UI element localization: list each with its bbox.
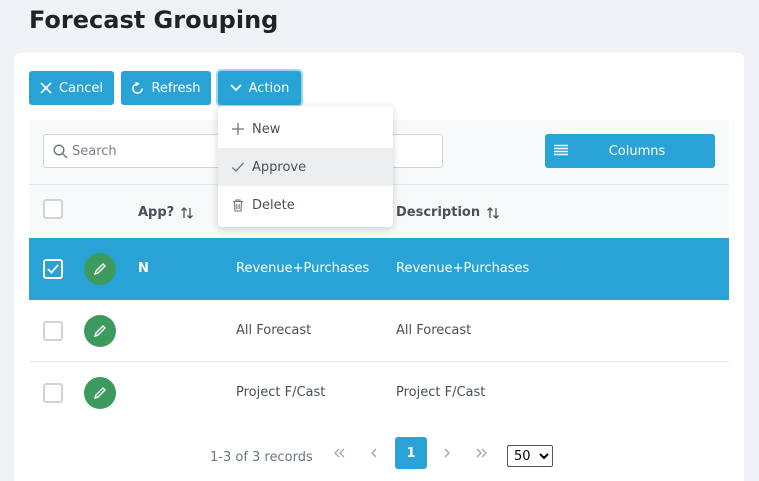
next-page-button[interactable]	[431, 437, 463, 469]
page-size-select[interactable]: 50	[507, 445, 553, 467]
cell-code: Project F/Cast	[236, 385, 326, 400]
cancel-label: Cancel	[58, 80, 104, 96]
refresh-icon	[132, 81, 144, 94]
column-header-description[interactable]: Description	[396, 205, 500, 220]
menu-item-delete[interactable]: Delete	[218, 186, 393, 224]
chevron-down-icon	[230, 84, 242, 92]
action-button[interactable]: Action	[218, 71, 301, 105]
check-icon	[47, 264, 59, 274]
menu-item-label: Approve	[252, 159, 307, 175]
cell-description: All Forecast	[396, 323, 472, 338]
action-label: Action	[248, 80, 290, 96]
double-chevron-right-icon	[476, 448, 487, 458]
table-row[interactable]: Project F/Cast Project F/Cast	[29, 362, 729, 424]
columns-label: Columns	[608, 144, 666, 159]
edit-button[interactable]	[84, 253, 116, 285]
edit-button[interactable]	[84, 377, 116, 409]
cell-code: All Forecast	[236, 323, 312, 338]
chevron-right-icon	[444, 448, 450, 458]
search-input[interactable]	[72, 143, 222, 159]
menu-item-label: Delete	[252, 197, 295, 213]
menu-item-new[interactable]: New	[218, 110, 393, 148]
page-button-current[interactable]: 1	[395, 437, 427, 469]
search-icon	[53, 144, 68, 159]
row-checkbox[interactable]	[43, 321, 63, 341]
menu-item-label: New	[252, 121, 281, 137]
close-icon	[40, 82, 52, 94]
table-row[interactable]: All Forecast All Forecast	[29, 300, 729, 362]
pencil-icon	[93, 263, 106, 276]
refresh-label: Refresh	[151, 80, 201, 96]
chevron-left-icon	[371, 448, 377, 458]
column-header-app[interactable]: App?	[138, 205, 194, 220]
trash-icon	[233, 199, 243, 212]
prev-page-button[interactable]	[358, 437, 390, 469]
columns-button[interactable]: Columns	[545, 134, 715, 168]
cell-description: Revenue+Purchases	[396, 261, 530, 276]
select-all-checkbox[interactable]	[43, 199, 63, 219]
sort-icon	[487, 206, 500, 219]
pencil-icon	[93, 325, 106, 338]
cell-app: N	[138, 261, 149, 276]
cell-description: Project F/Cast	[396, 385, 486, 400]
table-row[interactable]: N Revenue+Purchases Revenue+Purchases	[29, 238, 729, 300]
check-icon	[232, 162, 244, 172]
pencil-icon	[93, 387, 106, 400]
menu-item-approve[interactable]: Approve	[218, 148, 393, 186]
plus-icon	[232, 123, 244, 135]
page-title: Forecast Grouping	[29, 6, 279, 34]
refresh-button[interactable]: Refresh	[121, 71, 211, 105]
cancel-button[interactable]: Cancel	[29, 71, 114, 105]
action-dropdown-menu: New Approve Delete	[218, 106, 393, 227]
column-header-app-label: App?	[138, 205, 175, 220]
edit-button[interactable]	[84, 315, 116, 347]
page-info: 1-3 of 3 records	[210, 450, 313, 465]
column-header-description-label: Description	[396, 205, 481, 220]
pagination: 1-3 of 3 records 1 50	[29, 423, 729, 481]
cell-code: Revenue+Purchases	[236, 261, 370, 276]
last-page-button[interactable]	[466, 437, 498, 469]
double-chevron-left-icon	[334, 448, 345, 458]
sort-icon	[181, 206, 194, 219]
first-page-button[interactable]	[323, 437, 355, 469]
row-checkbox[interactable]	[43, 383, 63, 403]
row-checkbox[interactable]	[43, 259, 63, 279]
